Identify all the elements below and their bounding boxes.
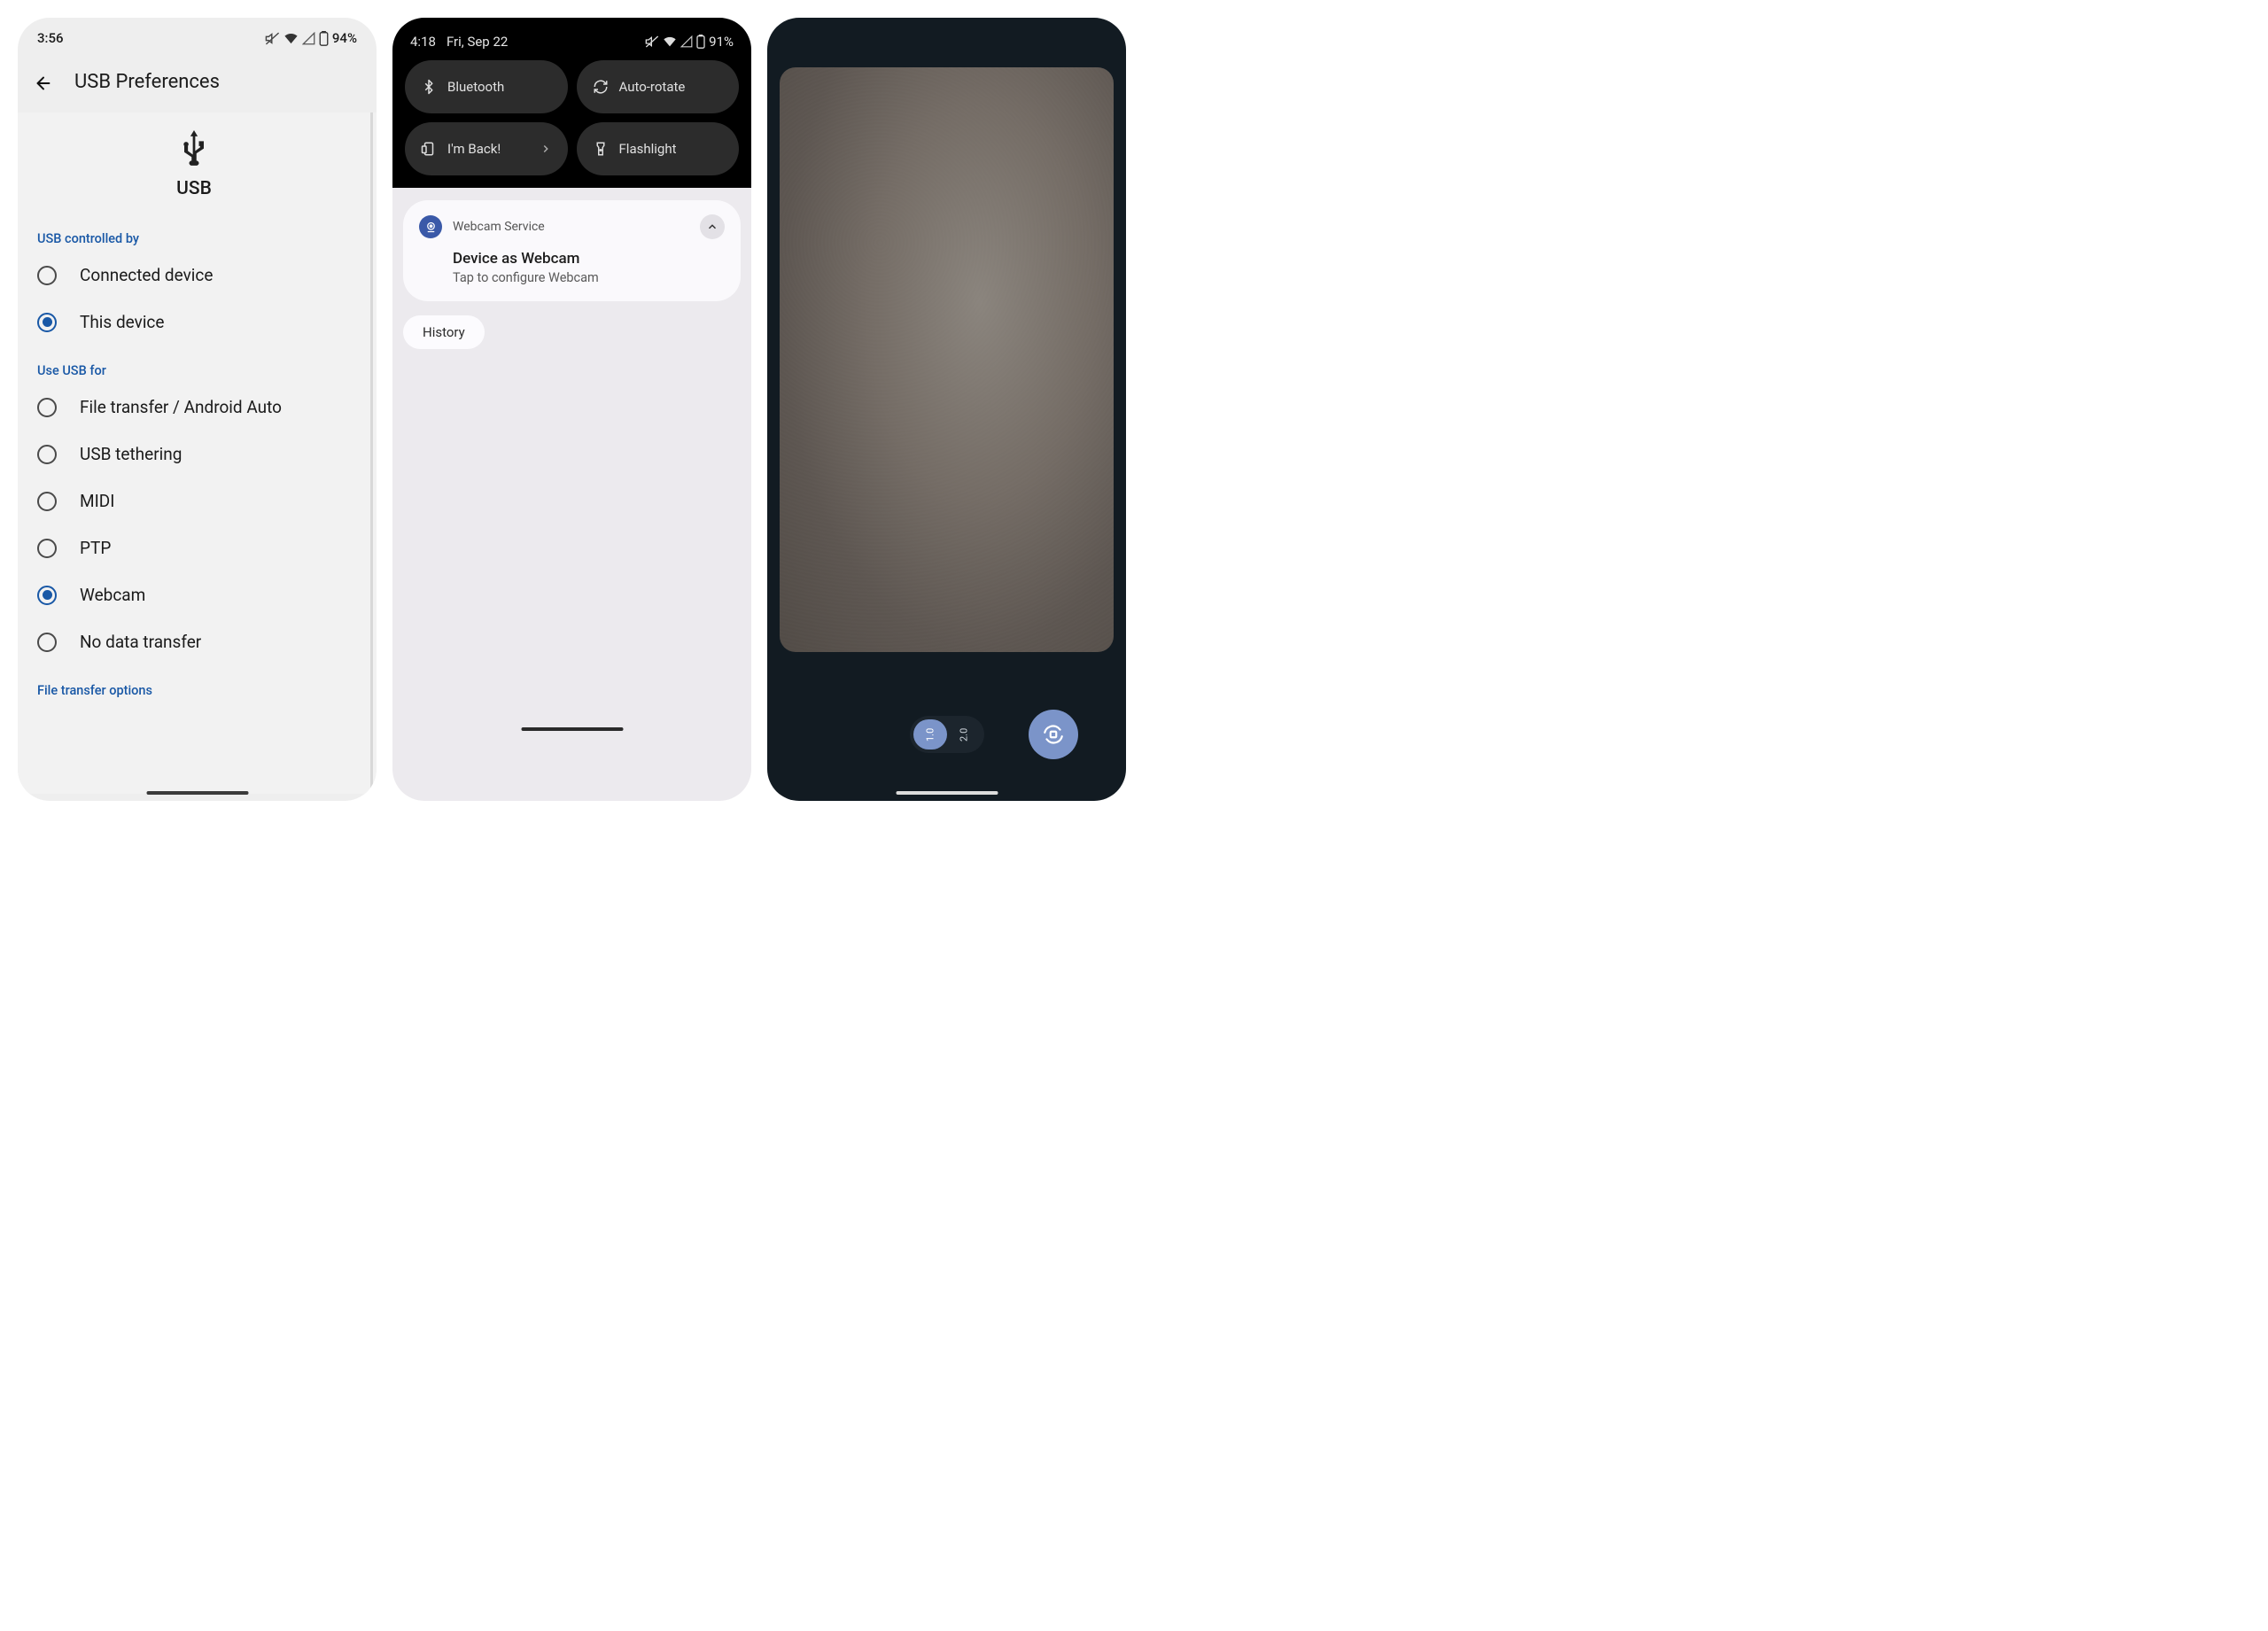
radio-icon [37, 492, 57, 511]
history-chip[interactable]: History [403, 315, 485, 349]
notification-title: Device as Webcam [453, 250, 725, 268]
bluetooth-icon [421, 79, 437, 95]
section-label-use: Use USB for [18, 346, 370, 384]
radio-icon [37, 633, 57, 652]
chevron-right-icon [540, 143, 552, 155]
wifi-icon [663, 35, 677, 49]
quick-settings-panel: 4:18 Fri, Sep 22 91% [392, 18, 751, 188]
flashlight-icon [593, 141, 609, 157]
back-icon[interactable] [34, 73, 53, 92]
radio-usb-tethering[interactable]: USB tethering [18, 431, 370, 478]
status-time: 4:18 [410, 34, 436, 50]
quick-tiles: Bluetooth Auto-rotate I'm Back! [405, 60, 739, 175]
camera-preview[interactable] [780, 67, 1114, 652]
radio-connected-device[interactable]: Connected device [18, 252, 370, 299]
webcam-service-icon [419, 215, 442, 238]
status-right: 91% [645, 34, 734, 50]
status-right: 94% [265, 30, 357, 46]
radio-label: PTP [80, 538, 111, 558]
tile-autorotate[interactable]: Auto-rotate [577, 60, 740, 113]
mute-icon [645, 35, 659, 49]
radio-icon [37, 266, 57, 285]
signal-icon [680, 35, 693, 48]
tile-flashlight[interactable]: Flashlight [577, 122, 740, 175]
screen-icon [421, 141, 437, 157]
flip-camera-icon [1042, 723, 1065, 746]
status-date: Fri, Sep 22 [447, 34, 508, 50]
section-label-transfer: File transfer options [18, 665, 370, 703]
radio-label: MIDI [80, 491, 114, 511]
radio-icon [37, 313, 57, 332]
section-label-controlled: USB controlled by [18, 214, 370, 252]
nav-bar-pill[interactable] [146, 791, 248, 795]
usb-hero-label: USB [18, 178, 370, 199]
status-bar: 3:56 94% [18, 18, 377, 55]
notification-card[interactable]: Webcam Service Device as Webcam Tap to c… [403, 200, 741, 301]
radio-icon [37, 398, 57, 417]
status-battery: 91% [709, 34, 734, 50]
nav-bar-pill[interactable] [521, 727, 623, 731]
signal-icon [302, 32, 315, 45]
page-title: USB Preferences [74, 71, 220, 93]
zoom-2x-button[interactable]: 2.0 [947, 719, 981, 749]
collapse-button[interactable] [700, 214, 725, 239]
content-area: USB USB controlled by Connected device T… [18, 113, 377, 794]
page-header: USB Preferences [18, 55, 377, 113]
zoom-1x-button[interactable]: 1.0 [913, 719, 947, 749]
status-bar: 4:18 Fri, Sep 22 91% [405, 30, 739, 60]
radio-label: No data transfer [80, 632, 201, 652]
notification-shade: Webcam Service Device as Webcam Tap to c… [392, 188, 751, 737]
radio-label: Webcam [80, 585, 145, 605]
usb-hero: USB [18, 125, 370, 214]
tile-label: Flashlight [619, 141, 677, 157]
status-battery: 94% [332, 30, 357, 46]
radio-webcam[interactable]: Webcam [18, 571, 370, 618]
usb-icon [179, 130, 209, 169]
mute-icon [265, 31, 280, 46]
tile-imback[interactable]: I'm Back! [405, 122, 568, 175]
tile-label: Auto-rotate [619, 79, 686, 95]
battery-icon [319, 31, 329, 46]
radio-icon [37, 539, 57, 558]
flip-camera-button[interactable] [1029, 710, 1078, 759]
screen-usb-preferences: 3:56 94% USB Preferences [18, 18, 377, 801]
notification-body: Tap to configure Webcam [453, 270, 725, 285]
camera-controls: 1.0 2.0 [767, 716, 1126, 753]
radio-midi[interactable]: MIDI [18, 478, 370, 524]
nav-bar-pill[interactable] [896, 791, 998, 795]
wifi-icon [284, 31, 299, 46]
radio-label: This device [80, 312, 164, 332]
screen-webcam-preview: 1.0 2.0 [767, 18, 1126, 801]
radio-label: Connected device [80, 265, 213, 285]
chip-label: History [423, 324, 465, 340]
radio-icon [37, 445, 57, 464]
screen-quick-settings: 4:18 Fri, Sep 22 91% [392, 18, 751, 801]
radio-label: USB tethering [80, 444, 182, 464]
zoom-switcher: 1.0 2.0 [910, 716, 984, 753]
chevron-up-icon [706, 221, 718, 233]
zoom-label: 1.0 [924, 727, 936, 741]
battery-icon [696, 35, 705, 49]
radio-file-transfer[interactable]: File transfer / Android Auto [18, 384, 370, 431]
zoom-label: 2.0 [958, 727, 969, 741]
radio-ptp[interactable]: PTP [18, 524, 370, 571]
autorotate-icon [593, 79, 609, 95]
radio-no-data[interactable]: No data transfer [18, 618, 370, 665]
radio-icon [37, 586, 57, 605]
status-time: 3:56 [37, 30, 64, 46]
radio-this-device[interactable]: This device [18, 299, 370, 346]
radio-label: File transfer / Android Auto [80, 397, 282, 417]
notification-app-name: Webcam Service [453, 220, 545, 234]
tile-label: Bluetooth [447, 79, 504, 95]
tile-label: I'm Back! [447, 141, 501, 157]
tile-bluetooth[interactable]: Bluetooth [405, 60, 568, 113]
